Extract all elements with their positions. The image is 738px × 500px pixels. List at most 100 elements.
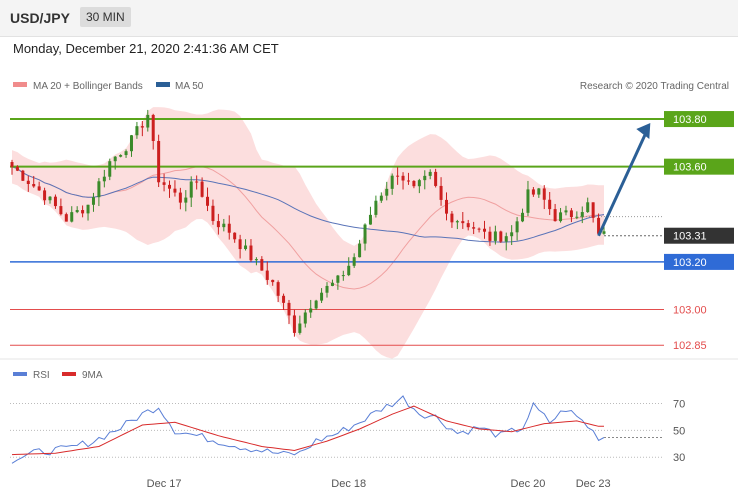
rsi-tick-label: 50 — [673, 425, 685, 437]
rsi-ma-legend-label: 9MA — [82, 370, 103, 381]
candle-body — [184, 197, 188, 203]
candle-body — [168, 184, 172, 189]
candle-body — [466, 223, 470, 228]
candle-body — [129, 135, 133, 152]
bollinger-legend-label: MA 20 + Bollinger Bands — [33, 81, 143, 92]
candle-body — [368, 214, 372, 225]
candle-body — [586, 202, 590, 213]
candle-body — [602, 231, 606, 234]
candle-body — [564, 210, 568, 213]
candle-body — [379, 195, 383, 201]
candle-body — [113, 156, 117, 162]
candle-body — [330, 282, 334, 286]
price-chart: MA 20 + Bollinger Bands MA 50 Research ©… — [0, 81, 738, 490]
candle-body — [200, 181, 204, 197]
candle-body — [59, 206, 63, 215]
ma50-legend-label: MA 50 — [175, 81, 204, 92]
bollinger-band-area — [12, 107, 604, 359]
candle-body — [493, 231, 497, 241]
candle-body — [374, 200, 378, 215]
candle-body — [396, 175, 400, 177]
candle-body — [195, 181, 199, 183]
x-axis: Dec 17 Dec 18 Dec 20 Dec 23 — [147, 478, 611, 490]
candle-body — [385, 188, 389, 196]
candle-body — [439, 185, 443, 200]
candle-body — [358, 243, 362, 258]
candle-body — [434, 171, 438, 186]
candle-body — [591, 202, 595, 218]
candle-body — [553, 209, 557, 222]
rsi-legend: RSI 9MA — [13, 370, 103, 381]
ma50-legend-swatch — [156, 82, 170, 87]
rsi-panel: 70 50 30 — [10, 395, 685, 464]
candle-body — [233, 232, 237, 240]
candle-body — [151, 114, 155, 142]
candle-body — [37, 186, 41, 191]
candle-body — [515, 221, 519, 233]
candle-body — [244, 245, 248, 250]
candle-body — [189, 181, 193, 198]
candle-body — [48, 196, 52, 201]
candle-body — [173, 188, 177, 193]
candle-body — [282, 295, 286, 303]
candle-body — [483, 228, 487, 232]
rsi-tick-label: 30 — [673, 452, 685, 464]
candle-body — [406, 180, 410, 182]
candle-body — [314, 300, 318, 309]
candle-body — [531, 189, 535, 195]
rsi-tick-label: 70 — [673, 398, 685, 410]
candle-body — [423, 175, 427, 181]
x-tick-label: Dec 20 — [511, 478, 546, 490]
forecast-arrow — [597, 123, 651, 237]
candle-body — [108, 161, 112, 177]
candle-body — [488, 231, 492, 241]
candle-body — [26, 180, 30, 185]
candle-body — [390, 175, 394, 189]
candle-body — [238, 239, 242, 250]
candle-body — [70, 212, 74, 222]
candle-body — [81, 210, 85, 214]
rsi-legend-label: RSI — [33, 370, 50, 381]
candle-body — [227, 223, 231, 233]
candle-body — [472, 227, 476, 229]
candle-body — [548, 199, 552, 210]
candle-body — [499, 231, 503, 242]
candle-body — [292, 315, 296, 333]
candle-body — [569, 210, 573, 218]
candle-body — [526, 189, 530, 213]
forecast-arrow-shaft — [597, 131, 648, 237]
candle-body — [417, 180, 421, 187]
candle-body — [347, 265, 351, 276]
x-tick-label: Dec 18 — [331, 478, 366, 490]
candle-body — [412, 180, 416, 187]
candle-body — [401, 175, 405, 181]
candle-body — [43, 190, 47, 201]
level-tags: 103.80 103.60 103.31 103.20 103.00 102.85 — [664, 111, 734, 352]
current-price-tag-label: 103.31 — [673, 231, 707, 243]
candle-body — [53, 196, 57, 207]
resistance-tag-label: 103.60 — [673, 162, 707, 174]
rsi-legend-swatch — [13, 372, 27, 376]
candle-body — [542, 188, 546, 200]
candle-body — [211, 205, 215, 222]
candle-body — [15, 166, 19, 171]
candle-body — [124, 151, 128, 156]
support-tag-label: 103.20 — [673, 257, 707, 269]
candle-body — [510, 232, 514, 237]
candle-body — [336, 275, 340, 283]
chart-legend: MA 20 + Bollinger Bands MA 50 Research ©… — [13, 81, 729, 92]
rsi-ma-legend-swatch — [62, 372, 76, 376]
candle-body — [119, 155, 123, 157]
candle-body — [91, 197, 95, 205]
resistance-tag-label: 103.80 — [673, 114, 707, 126]
candle-body — [580, 212, 584, 217]
candle-body — [206, 196, 210, 206]
candle-body — [276, 282, 280, 296]
candle-body — [178, 192, 182, 203]
copyright-label: Research © 2020 Trading Central — [580, 81, 729, 92]
candle-body — [135, 126, 139, 136]
candle-body — [444, 199, 448, 214]
candle-body — [303, 312, 307, 324]
minor-level-label: 103.00 — [673, 305, 707, 317]
candle-body — [325, 285, 329, 293]
